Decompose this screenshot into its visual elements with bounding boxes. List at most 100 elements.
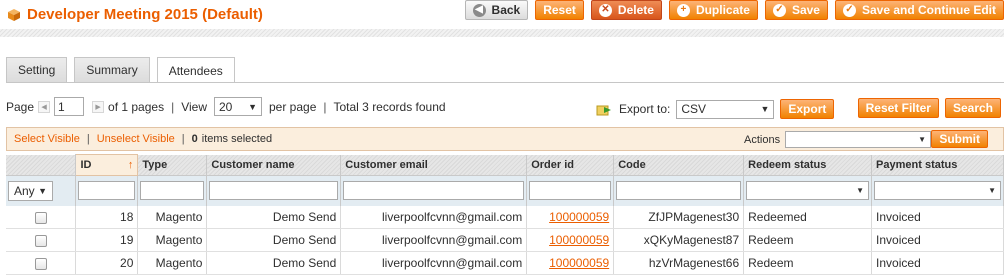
customer-name-filter-input[interactable]	[209, 181, 339, 201]
column-header-order-id[interactable]: Order id	[526, 154, 615, 176]
table-row[interactable]: 18 Magento Demo Send liverpoolfcvnn@gmai…	[6, 205, 1004, 229]
customer-email-cell: liverpoolfcvnn@gmail.com	[340, 228, 528, 252]
reset-label: Reset	[543, 3, 576, 17]
duplicate-button[interactable]: + Duplicate	[668, 0, 758, 20]
items-selected-label: items selected	[201, 133, 273, 145]
redeem-status-filter-select[interactable]: ▼	[746, 181, 870, 201]
redeem-status-cell: Redeemed	[743, 205, 873, 229]
selected-count: 0	[191, 133, 198, 145]
customer-name-cell: Demo Send	[206, 251, 342, 275]
sort-asc-icon: ↑	[127, 159, 134, 171]
tab-divider	[6, 82, 1004, 83]
prev-page-icon[interactable]: ◀	[38, 100, 51, 113]
chevron-down-icon: ▼	[248, 101, 257, 112]
column-header-code[interactable]: Code	[613, 154, 745, 176]
payment-status-cell: Invoiced	[871, 228, 1004, 252]
export-format-select[interactable]: CSV ▼	[676, 99, 775, 119]
column-header-type[interactable]: Type	[137, 154, 208, 176]
reset-button[interactable]: Reset	[535, 0, 584, 20]
id-filter-input[interactable]	[78, 181, 136, 201]
redeem-status-cell: Redeem	[743, 251, 873, 275]
table-row[interactable]: 20 Magento Demo Send liverpoolfcvnn@gmai…	[6, 251, 1004, 275]
actions-group: Actions ▼	[744, 131, 932, 148]
customer-email-filter-input[interactable]	[343, 181, 525, 201]
filter-cell: Any ▼	[6, 175, 77, 206]
redeem-status-cell: Redeem	[743, 228, 873, 252]
code-filter-input[interactable]	[616, 181, 742, 201]
row-checkbox-cell	[6, 205, 77, 229]
save-continue-label: Save and Continue Edit	[861, 3, 996, 17]
tab-attendees[interactable]: Attendees	[156, 57, 235, 83]
row-checkbox[interactable]	[34, 211, 47, 224]
column-header-id[interactable]: ID ↑	[75, 154, 139, 176]
code-cell: ZfJPMagenest30	[613, 205, 745, 229]
order-id-cell: 100000059	[526, 228, 615, 252]
filter-cell	[526, 175, 615, 206]
chevron-down-icon: ▼	[988, 186, 996, 196]
export-format-value: CSV	[681, 102, 707, 116]
page-header: Developer Meeting 2015 (Default) ◀ Back R…	[0, 0, 1004, 37]
delete-label: Delete	[617, 3, 654, 17]
column-header-customer-name[interactable]: Customer name	[206, 154, 342, 176]
plus-icon: +	[676, 3, 690, 17]
export-button[interactable]: Export	[780, 99, 835, 119]
column-header-redeem-status[interactable]: Redeem status	[743, 154, 873, 176]
column-header-label: ID	[80, 159, 92, 171]
massaction-bar: Select Visible | Unselect Visible | 0 it…	[6, 127, 1004, 151]
of-pages-text: of 1 pages	[108, 99, 165, 114]
select-visible-link[interactable]: Select Visible	[14, 133, 80, 145]
actions-label: Actions	[744, 133, 781, 146]
filter-cell	[340, 175, 528, 206]
type-cell: Magento	[137, 228, 208, 252]
order-id-cell: 100000059	[526, 251, 615, 275]
export-icon	[596, 105, 611, 115]
header-divider	[0, 29, 1004, 37]
column-header-payment-status[interactable]: Payment status	[871, 154, 1004, 176]
chevron-down-icon: ▼	[918, 135, 927, 144]
any-select[interactable]: Any ▼	[8, 180, 53, 201]
row-checkbox-cell	[6, 251, 77, 275]
checkbox-column-header	[6, 154, 77, 176]
id-cell: 19	[75, 228, 139, 252]
order-link[interactable]: 100000059	[549, 233, 609, 247]
page-input[interactable]: 1	[54, 97, 85, 116]
next-page-icon[interactable]: ▶	[92, 100, 105, 113]
unselect-visible-link[interactable]: Unselect Visible	[97, 133, 175, 145]
per-page-select[interactable]: 20 ▼	[214, 97, 262, 116]
pager: Page ◀ 1 ▶ of 1 pages | View 20 ▼ per pag…	[6, 97, 446, 116]
order-id-filter-input[interactable]	[529, 181, 612, 201]
search-button[interactable]: Search	[944, 98, 1001, 118]
customer-name-cell: Demo Send	[206, 228, 342, 252]
save-label: Save	[791, 3, 820, 17]
row-checkbox[interactable]	[34, 234, 47, 247]
tab-setting[interactable]: Setting	[6, 57, 68, 82]
delete-button[interactable]: ✕ Delete	[590, 0, 662, 20]
any-value: Any	[14, 183, 35, 198]
filter-cell: ▼	[871, 175, 1004, 206]
row-checkbox[interactable]	[34, 257, 47, 270]
id-cell: 18	[75, 205, 139, 229]
back-button[interactable]: ◀ Back	[464, 0, 529, 20]
filter-cell	[137, 175, 208, 206]
grid-buttons: Reset Filter Search	[851, 98, 1001, 118]
type-filter-input[interactable]	[140, 181, 205, 201]
customer-email-cell: liverpoolfcvnn@gmail.com	[340, 251, 528, 275]
payment-status-filter-select[interactable]: ▼	[874, 181, 1001, 201]
save-button[interactable]: ✓ Save	[764, 0, 828, 20]
chevron-down-icon: ▼	[760, 104, 770, 114]
page-label: Page	[6, 99, 35, 114]
column-header-customer-email[interactable]: Customer email	[340, 154, 528, 176]
submit-button[interactable]: Submit	[931, 130, 988, 148]
order-link[interactable]: 100000059	[549, 256, 609, 270]
table-row[interactable]: 19 Magento Demo Send liverpoolfcvnn@gmai…	[6, 228, 1004, 252]
actions-select[interactable]: ▼	[785, 131, 932, 148]
header-row: ID ↑ Type Customer name Customer email Or…	[6, 154, 1004, 176]
customer-email-cell: liverpoolfcvnn@gmail.com	[340, 205, 528, 229]
save-continue-button[interactable]: ✓ Save and Continue Edit	[834, 0, 1004, 20]
tab-summary[interactable]: Summary	[74, 57, 150, 82]
back-arrow-icon: ◀	[472, 3, 486, 17]
type-cell: Magento	[137, 205, 208, 229]
reset-filter-button[interactable]: Reset Filter	[857, 98, 939, 118]
order-link[interactable]: 100000059	[549, 210, 609, 224]
separator: |	[86, 133, 90, 145]
